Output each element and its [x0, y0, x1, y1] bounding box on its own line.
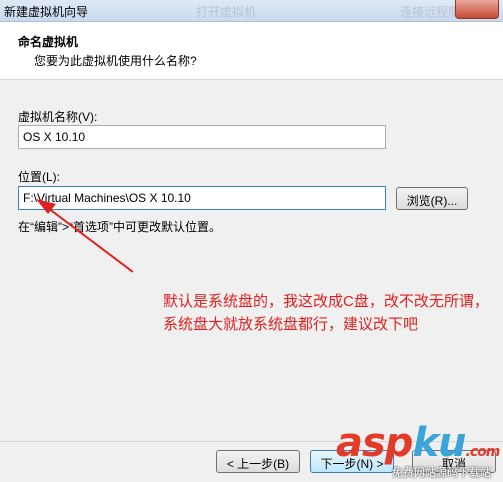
location-hint: 在“编辑”>“首选项”中可更改默认位置。 — [18, 220, 221, 234]
wizard-header: 命名虚拟机 您要为此虚拟机使用什么名称? — [0, 22, 503, 80]
vm-name-input[interactable]: OS X 10.10 — [18, 125, 386, 149]
site-watermark: aspku.com 免费网站源码下载站 — [336, 420, 501, 480]
background-tab: 打开虚拟机 — [196, 5, 257, 19]
vm-name-label: 虚拟机名称(V): — [18, 110, 98, 124]
watermark-logo: aspku.com — [336, 420, 500, 466]
location-label: 位置(L): — [18, 170, 61, 184]
back-button[interactable]: < 上一步(B) — [216, 450, 300, 473]
window-title: 新建虚拟机向导 — [4, 5, 89, 19]
browse-button[interactable]: 浏览(R)... — [396, 187, 468, 210]
annotation-note: 默认是系统盘的，我这改成C盘，改不改无所谓，系统盘大就放系统盘都行，建议改下吧 — [163, 293, 489, 333]
location-input[interactable]: F:\Virtual Machines\OS X 10.10 — [18, 186, 386, 210]
close-button[interactable] — [455, 0, 499, 19]
page-title: 命名虚拟机 — [18, 35, 79, 49]
page-subtitle: 您要为此虚拟机使用什么名称? — [34, 54, 197, 68]
watermark-tagline: 免费网站源码下载站 — [392, 467, 491, 479]
title-bar: 新建虚拟机向导 打开虚拟机 连接远程服务器 — [0, 0, 503, 22]
